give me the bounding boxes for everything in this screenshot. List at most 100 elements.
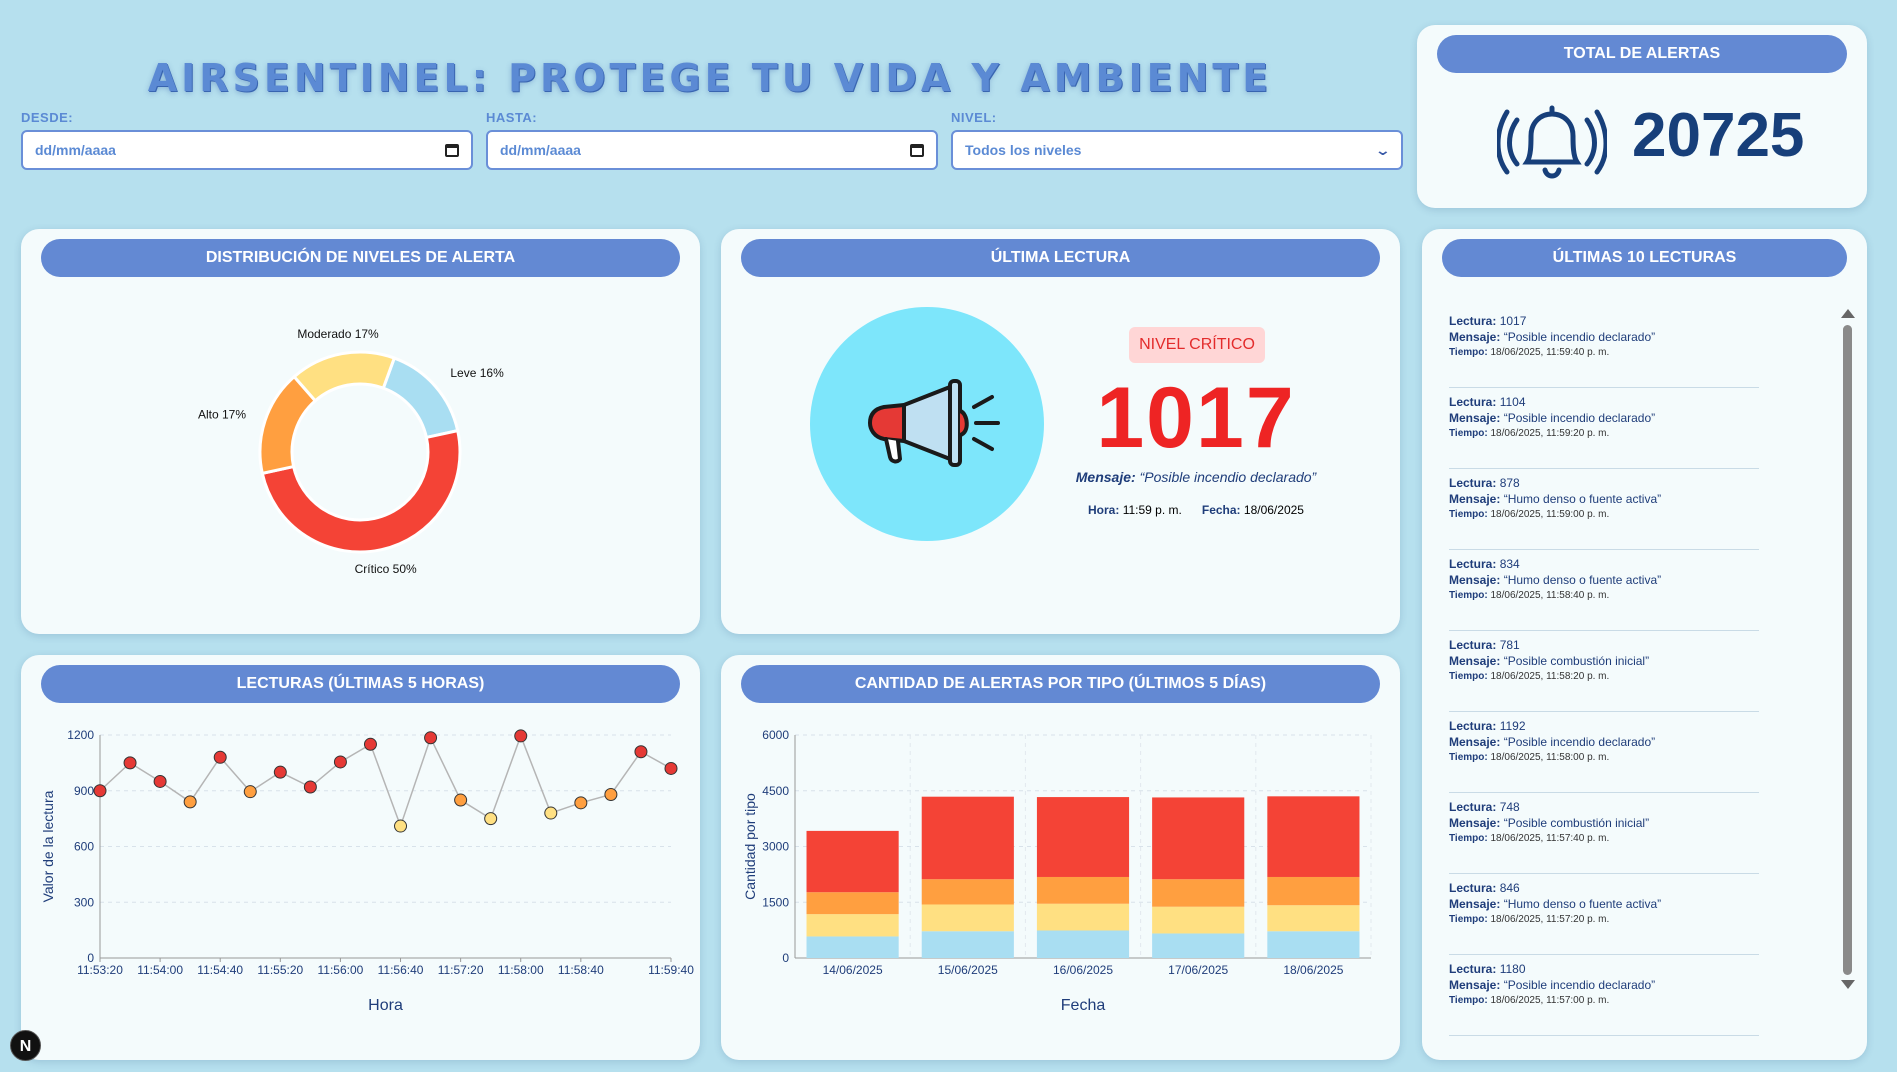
calendar-icon[interactable] [445,143,459,157]
calendar-icon[interactable] [910,143,924,157]
x-tick-label: 11:55:20 [257,963,303,977]
data-point [514,729,528,743]
mensaje-label: Mensaje: [1449,654,1501,668]
bar-segment [806,936,899,958]
readings-chart-title: LECTURAS (ÚLTIMAS 5 HORAS) [41,665,680,703]
mensaje-label: Mensaje: [1449,411,1501,425]
bar-segment [806,830,899,893]
reading-list-item: Lectura: 846 Mensaje: “Humo denso o fuent… [1449,874,1759,955]
lectura-value: 1017 [1499,314,1527,328]
tiempo-value: 18/06/2025, 11:59:40 p. m. [1490,347,1610,358]
readings-list[interactable]: Lectura: 1017 Mensaje: “Posible incendio … [1449,307,1759,1037]
readings-scrollbar[interactable] [1841,309,1855,989]
reading-list-item: Lectura: 781 Mensaje: “Posible combustión… [1449,631,1759,712]
lectura-value: 846 [1499,881,1520,895]
distribution-card: DISTRIBUCIÓN DE NIVELES DE ALERTA Leve 1… [21,229,700,634]
x-tick-label: 11:58:40 [558,963,604,977]
bar-segment [921,931,1014,958]
tiempo-label: Tiempo: [1449,995,1488,1006]
x-tick-label: 11:54:40 [197,963,243,977]
tiempo-value: 18/06/2025, 11:59:00 p. m. [1490,509,1610,520]
last-10-card: ÚLTIMAS 10 LECTURAS Lectura: 1017 Mensaje… [1422,229,1867,1060]
bar-segment [806,914,899,937]
tiempo-value: 18/06/2025, 11:58:20 p. m. [1490,671,1610,682]
bar-segment [1152,879,1245,907]
x-tick-label: 11:59:40 [648,963,694,977]
x-tick-label: 17/06/2025 [1168,963,1228,977]
bar-segment [1152,797,1245,880]
bar-segment [1267,905,1360,932]
mensaje-value: “Humo denso o fuente activa” [1503,492,1662,506]
nivel-label: NIVEL: [951,110,997,125]
x-tick-label: 11:58:00 [498,963,544,977]
desde-value: dd/mm/aaaa [35,142,116,158]
scrollbar-thumb[interactable] [1843,325,1852,975]
donut-label: Alto 17% [198,407,246,421]
y-tick-label: 4500 [762,784,789,798]
bar-segment [1036,930,1130,958]
hora-label: Hora: [1088,503,1120,517]
x-axis-label: Hora [368,997,403,1014]
donut-label: Moderado 17% [297,327,379,341]
nivel-filter: NIVEL: Todos los niveles ⌄ [951,110,1403,170]
nivel-select[interactable]: Todos los niveles ⌄ [951,130,1403,170]
tiempo-value: 18/06/2025, 11:59:20 p. m. [1490,428,1610,439]
lectura-value: 781 [1499,638,1520,652]
total-alerts-card: TOTAL DE ALERTAS 20725 [1417,25,1867,208]
data-point [363,737,377,751]
bar-segment [806,892,899,915]
data-point [123,756,137,770]
x-tick-label: 15/06/2025 [938,963,998,977]
data-point [424,731,438,745]
mensaje-label: Mensaje: [1449,897,1501,911]
megaphone-icon [810,307,1044,546]
bar-segment [921,796,1014,880]
mensaje-value: “Posible incendio declarado” [1503,978,1656,992]
tiempo-label: Tiempo: [1449,833,1488,844]
lectura-value: 1192 [1499,719,1526,733]
lectura-label: Lectura: [1449,962,1497,976]
total-alerts-title: TOTAL DE ALERTAS [1437,35,1847,73]
mensaje-label: Mensaje: [1449,492,1501,506]
critical-level-badge: NIVEL CRÍTICO [1129,327,1265,363]
desde-date-input[interactable]: dd/mm/aaaa [21,130,473,170]
alerts-chart-title: CANTIDAD DE ALERTAS POR TIPO (ÚLTIMOS 5 … [741,665,1380,703]
donut-label: Crítico 50% [355,562,417,576]
bar-segment [1036,876,1130,904]
hasta-filter: HASTA: dd/mm/aaaa [486,110,938,170]
nextjs-logo-icon[interactable]: N [10,1030,41,1061]
reading-list-item: Lectura: 1104 Mensaje: “Posible incendio … [1449,388,1759,469]
data-point [273,765,287,779]
scroll-up-arrow-icon[interactable] [1841,309,1855,318]
reading-list-item: Lectura: 878 Mensaje: “Humo denso o fuent… [1449,469,1759,550]
mensaje-label: Mensaje: [1449,735,1501,749]
mensaje-label: Mensaje: [1449,978,1501,992]
alerts-bar-chart: 0 1500 3000 4500 6000 14/06/2025 15/06/2025 16/… [742,728,1372,1014]
y-tick-label: 0 [782,951,789,965]
hora-value: 11:59 p. m. [1122,503,1182,517]
lectura-value: 1180 [1499,962,1526,976]
bar-segment [1152,933,1245,958]
tiempo-label: Tiempo: [1449,914,1488,925]
lectura-label: Lectura: [1449,800,1497,814]
data-point [454,793,468,807]
lectura-label: Lectura: [1449,314,1497,328]
x-tick-label: 14/06/2025 [823,963,883,977]
hasta-date-input[interactable]: dd/mm/aaaa [486,130,938,170]
readings-chart-card: LECTURAS (ÚLTIMAS 5 HORAS) 0 300 600 900 120… [21,655,700,1060]
lectura-label: Lectura: [1449,476,1497,490]
chevron-down-icon: ⌄ [1374,141,1392,158]
data-point [394,819,408,833]
tiempo-value: 18/06/2025, 11:58:00 p. m. [1490,752,1610,763]
mensaje-value: “Posible combustión inicial” [1503,816,1650,830]
hasta-label: HASTA: [486,110,538,125]
bar-segment [1267,796,1360,877]
hasta-value: dd/mm/aaaa [500,142,581,158]
scroll-down-arrow-icon[interactable] [1841,980,1855,989]
reading-list-item: Lectura: 1017 Mensaje: “Posible incendio … [1449,307,1759,388]
lectura-label: Lectura: [1449,557,1497,571]
data-point [604,787,618,801]
lectura-value: 748 [1499,800,1520,814]
data-point [93,784,107,798]
tiempo-value: 18/06/2025, 11:57:20 p. m. [1490,914,1610,925]
